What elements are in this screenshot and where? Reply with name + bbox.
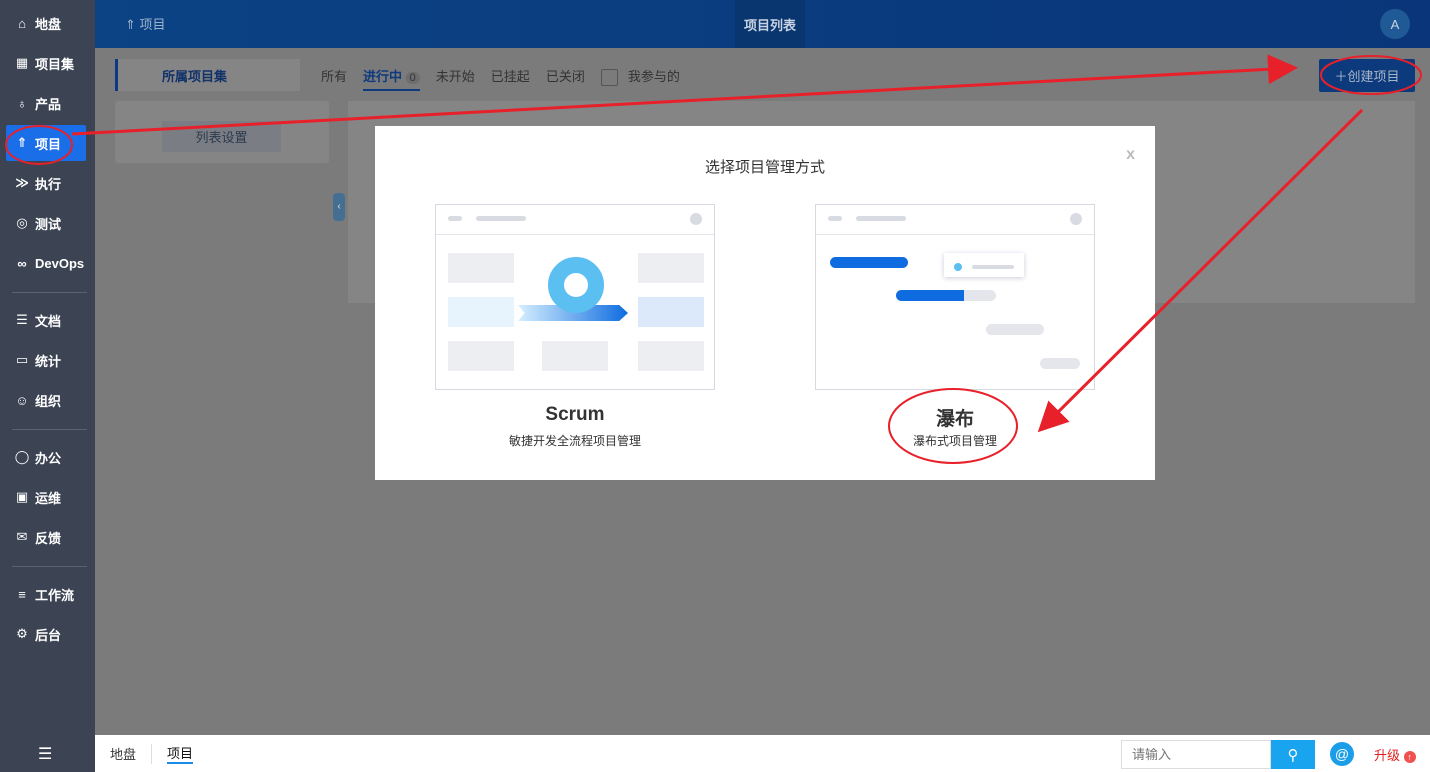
arrow: [1037, 108, 1364, 433]
highlight-ellipse: [1320, 55, 1422, 95]
highlight-ellipse: [5, 125, 73, 165]
arrow: [71, 54, 1298, 136]
annotation-overlay: [5, 54, 1422, 464]
highlight-ellipse: [888, 388, 1018, 464]
